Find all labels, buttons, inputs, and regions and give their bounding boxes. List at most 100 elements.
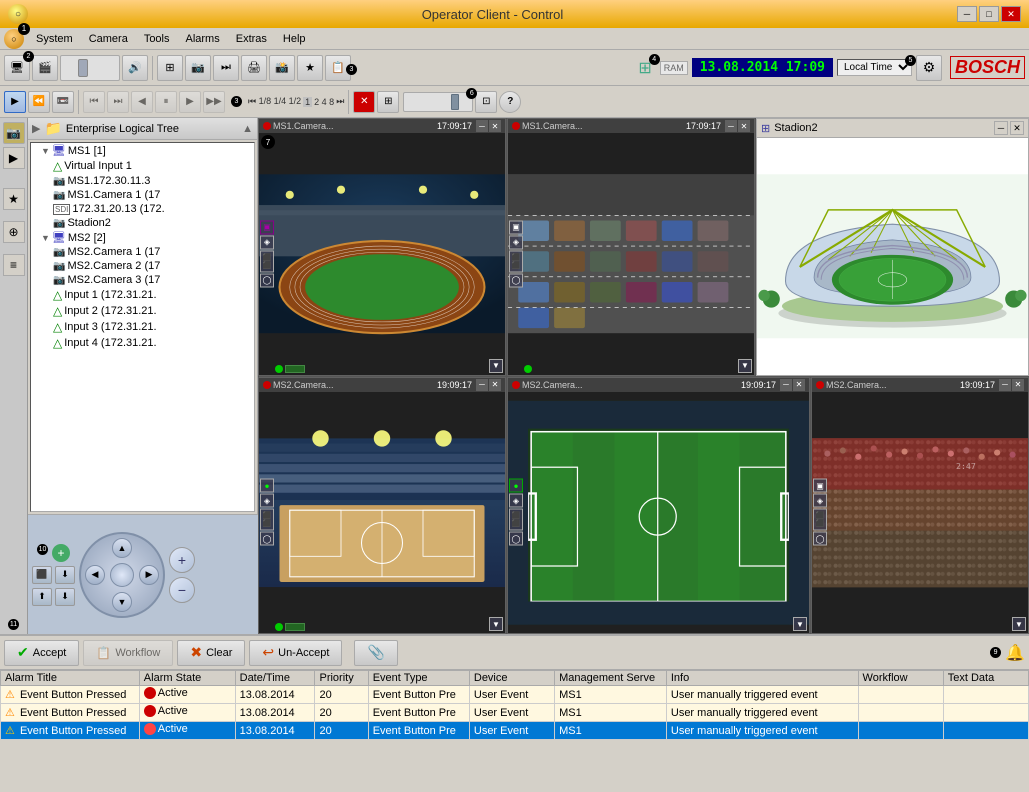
close-button[interactable]: ✕ [1001, 6, 1021, 22]
prev-section-button[interactable]: ⏭ [107, 91, 129, 113]
print-button[interactable]: 🖨 [241, 55, 267, 81]
ptz-center-btn[interactable] [110, 563, 134, 587]
tree-node-stadion2[interactable]: 📷 Stadion2 [31, 216, 254, 230]
cam3-close[interactable]: ✕ [489, 379, 501, 391]
slider-control[interactable] [60, 55, 120, 81]
ptz-zoom-out[interactable]: − [169, 577, 195, 603]
unaccept-button[interactable]: ↩ Un-Accept [249, 640, 342, 666]
cam3-ctrl-1[interactable]: ● [260, 479, 274, 493]
cam1-ctrl-2[interactable]: ◈ [260, 235, 274, 249]
expand-button[interactable]: ⊡ [475, 91, 497, 113]
timezone-select[interactable]: Local Time [837, 59, 912, 76]
cam4-minimize[interactable]: ─ [780, 379, 792, 391]
pause-button[interactable]: ⏸ [155, 91, 177, 113]
tree-node-input3[interactable]: △ Input 3 (172.31.21. [31, 319, 254, 335]
tree-node-input4[interactable]: △ Input 4 (172.31.21. [31, 335, 254, 351]
menu-alarms[interactable]: Alarms [178, 31, 228, 47]
cam2-minimize[interactable]: ─ [725, 120, 737, 132]
live-button[interactable]: ▶ [4, 91, 26, 113]
workflow-button[interactable]: 📋 Workflow [83, 640, 173, 666]
collapse-icon-2[interactable]: ▼ [41, 233, 50, 243]
list-icon-btn[interactable]: ≡ [3, 254, 25, 276]
ptz-right[interactable]: ▶ [139, 565, 159, 585]
video-button[interactable]: 🎬 [32, 55, 58, 81]
tree-node-virtual-input[interactable]: △ Virtual Input 1 [31, 158, 254, 174]
alarm-row-2[interactable]: ⚠ Event Button Pressed Active 13.08.2014… [1, 704, 1029, 722]
menu-extras[interactable]: Extras [228, 31, 275, 47]
cam2-ctrl-2[interactable]: ◈ [509, 235, 523, 249]
instant-playback-button[interactable]: ⏪ [28, 91, 50, 113]
ptz-up[interactable]: ▲ [112, 538, 132, 558]
goto-start-button[interactable]: ⏮ [83, 91, 105, 113]
cam4-down-btn[interactable]: ▼ [793, 617, 807, 631]
cam2-ctrl-3[interactable]: ⬛⬛ [509, 250, 523, 272]
alarm-row-1[interactable]: ⚠ Event Button Pressed Active 13.08.2014… [1, 686, 1029, 704]
fast-forward-button[interactable]: ▶▶ [203, 91, 225, 113]
cam2-ctrl-1[interactable]: ▣ [509, 220, 523, 234]
collapse-icon[interactable]: ▼ [41, 146, 50, 156]
cam3-minimize[interactable]: ─ [476, 379, 488, 391]
speaker-button[interactable]: 🔊 [122, 55, 148, 81]
restore-button[interactable]: □ [979, 6, 999, 22]
expand-tree-icon[interactable]: ▶ [32, 122, 40, 135]
stadium-close[interactable]: ✕ [1010, 121, 1024, 135]
tree-node-ms1-cam1[interactable]: 📷 MS1.Camera 1 (17 [31, 188, 254, 202]
clear-button[interactable]: ✖ Clear [177, 640, 245, 666]
ptz-preset-btn-2[interactable]: ⬇ [55, 566, 75, 584]
camera-icon-btn[interactable]: 📷 [3, 122, 25, 144]
cam3-ctrl-2[interactable]: ◈ [260, 494, 274, 508]
zoom-slider[interactable] [403, 92, 473, 112]
camera-select-button[interactable]: 📷 [185, 55, 211, 81]
tree-node-input1[interactable]: △ Input 1 (172.31.21. [31, 287, 254, 303]
cam2-down-btn[interactable]: ▼ [738, 359, 752, 373]
cam4-ctrl-1[interactable]: ● [509, 479, 523, 493]
cam1-ctrl-4[interactable]: ◯ [260, 273, 274, 287]
stop-button[interactable]: ✕ [353, 91, 375, 113]
menu-camera[interactable]: Camera [81, 31, 136, 47]
playback-button[interactable]: 📼 [52, 91, 74, 113]
cam4-ctrl-2[interactable]: ◈ [509, 494, 523, 508]
tree-node-input2[interactable]: △ Input 2 (172.31.21. [31, 303, 254, 319]
cam5-minimize[interactable]: ─ [999, 379, 1011, 391]
tree-node-ms2[interactable]: ▼ 🖥 MS2 [2] [31, 230, 254, 245]
cam3-ctrl-3[interactable]: ⬛⬛ [260, 509, 274, 531]
ptz-preset-btn-3[interactable]: ⬆ [32, 588, 52, 606]
cam1-minimize[interactable]: ─ [476, 120, 488, 132]
settings-icon[interactable]: ⚙ [916, 55, 942, 81]
bookmark-button[interactable]: ★ [297, 55, 323, 81]
tree-scroll-up[interactable]: ▲ [242, 123, 253, 135]
tree-scroll[interactable]: ▼ 🖥 MS1 [1] △ Virtual Input 1 📷 MS1.172.… [31, 143, 254, 511]
cam5-ctrl-3[interactable]: ⬛⬛ [813, 509, 827, 531]
attach-icon-btn[interactable]: 📎 [354, 640, 397, 666]
ptz-preset-btn-4[interactable]: ⬇ [55, 588, 75, 606]
cam3-ctrl-4[interactable]: ◯ [260, 532, 274, 546]
ptz-joystick[interactable]: ▲ ▼ ◀ ▶ [79, 532, 165, 618]
tree-node-ms2-cam1[interactable]: 📷 MS2.Camera 1 (17 [31, 245, 254, 259]
snapshot-button[interactable]: 📸 [269, 55, 295, 81]
cam2-close[interactable]: ✕ [738, 120, 750, 132]
star-icon-btn[interactable]: ★ [3, 188, 25, 210]
play-button[interactable]: ▶ [179, 91, 201, 113]
cam3-down-btn[interactable]: ▼ [489, 617, 503, 631]
cam5-ctrl-2[interactable]: ◈ [813, 494, 827, 508]
ptz-left[interactable]: ◀ [85, 565, 105, 585]
monitor-mode-button[interactable]: ⊞ [377, 91, 399, 113]
stadium-minimize[interactable]: ─ [994, 121, 1008, 135]
cam4-close[interactable]: ✕ [793, 379, 805, 391]
cam2-ctrl-4[interactable]: ◯ [509, 273, 523, 287]
tree-node-ms1-172[interactable]: 📷 MS1.172.30.11.3 [31, 174, 254, 188]
prev-frame-button[interactable]: ◀ [131, 91, 153, 113]
cam5-ctrl-4[interactable]: ◯ [813, 532, 827, 546]
minimize-button[interactable]: ─ [957, 6, 977, 22]
menu-help[interactable]: Help [275, 31, 314, 47]
add-camera-button[interactable]: + [52, 544, 70, 562]
tree-node-ms2-cam3[interactable]: 📷 MS2.Camera 3 (17 [31, 273, 254, 287]
cam5-close[interactable]: ✕ [1012, 379, 1024, 391]
live-icon-btn[interactable]: ▶ [3, 147, 25, 169]
menu-tools[interactable]: Tools [136, 31, 178, 47]
ptz-zoom-in[interactable]: + [169, 547, 195, 573]
help-button[interactable]: ? [499, 91, 521, 113]
cam1-ctrl-1[interactable]: ▣ [260, 220, 274, 234]
ptz-down[interactable]: ▼ [112, 592, 132, 612]
sequence-button[interactable]: ⏭ [213, 55, 239, 81]
